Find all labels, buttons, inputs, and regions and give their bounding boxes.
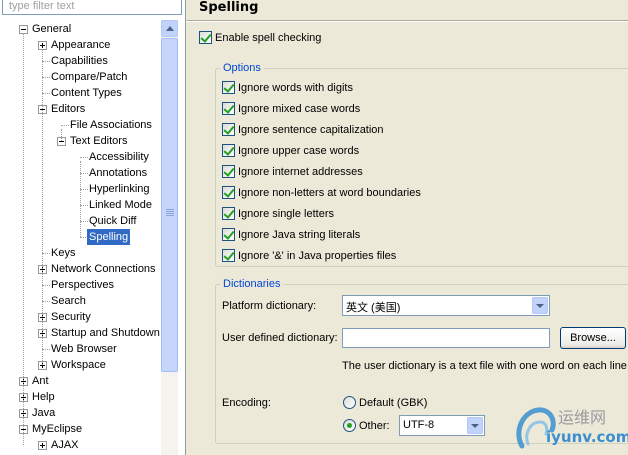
tree-item-label: Annotations [89,167,148,179]
chevron-down-icon[interactable] [532,297,548,314]
encoding-value: UTF-8 [403,419,435,431]
options-group-title: Options [220,62,264,75]
page-title: Spelling [199,0,259,15]
preference-page: Spelling Enable spell checking Options D… [187,0,628,455]
watermark-en-text: iyunv.com [546,428,628,446]
title-divider [187,20,628,22]
option-label: Ignore sentence capitalization [238,124,384,136]
tree-item-label: Network Connections [51,263,156,275]
option-checkbox[interactable] [222,144,235,157]
option-label: Ignore single letters [238,208,334,220]
tree-item-label: MyEclipse [32,423,83,435]
tree-item-label: Help [32,391,55,403]
chevron-down-icon[interactable] [467,417,483,434]
tree-item-label: AJAX [51,439,79,451]
tree-item-label: Perspectives [51,279,114,291]
option-label: Ignore words with digits [238,82,353,94]
option-checkbox[interactable] [222,102,235,115]
option-checkbox[interactable] [222,186,235,199]
scroll-grip-icon [166,209,174,217]
site-watermark: 运维网 iyunv.com [508,400,628,455]
encoding-label: Encoding: [222,397,271,409]
tree-scrollbar[interactable] [161,20,178,455]
tree-item-label: Text Editors [70,135,128,147]
tree-item-label: Hyperlinking [89,183,150,195]
tree-item-label: Keys [51,247,76,259]
option-checkbox[interactable] [222,228,235,241]
other-encoding-radio[interactable] [343,419,356,432]
user-dictionary-label: User defined dictionary: [222,332,338,344]
tree-item-label: General [32,23,72,35]
option-checkbox[interactable] [222,165,235,178]
tree-item-label: Content Types [51,87,122,99]
option-label: Ignore upper case words [238,145,360,157]
user-dictionary-input[interactable] [342,328,550,348]
expand-icon[interactable] [38,441,47,450]
tree-item-label: Editors [51,103,86,115]
default-encoding-radio[interactable] [343,396,356,409]
option-label: Ignore mixed case words [238,103,361,115]
enable-spell-checking-label: Enable spell checking [215,32,322,44]
platform-dictionary-value: 英文 (美国) [346,302,401,314]
platform-dictionary-select[interactable]: 英文 (美国) [342,295,550,316]
tree-guide-line [42,49,43,365]
option-checkbox[interactable] [222,123,235,136]
default-encoding-label: Default (GBK) [359,397,428,409]
browse-button[interactable]: Browse... [560,327,626,349]
tree-item-label: Compare/Patch [51,71,128,83]
watermark-cn-text: 运维网 [558,408,607,427]
tree-item-label: Workspace [51,359,106,371]
enable-spell-checking-checkbox[interactable] [199,31,212,44]
preferences-tree: General Appearance Capabilities Compare/Pat… [0,18,160,455]
dictionaries-group-title: Dictionaries [220,278,284,291]
option-label: Ignore internet addresses [238,166,363,178]
tree-guide-line [80,161,81,237]
other-encoding-label: Other: [359,420,390,432]
tree-item-label: Capabilities [51,55,108,67]
tree-item-label: Accessibility [89,151,149,163]
platform-dictionary-label: Platform dictionary: [222,300,317,312]
tree-item-label: Startup and Shutdown [51,327,160,339]
preferences-tree-panel: General Appearance Capabilities Compare/Pat… [0,0,186,455]
tree-item-label: Appearance [51,39,111,51]
tree-guide-line [23,33,24,445]
scroll-thumb[interactable] [161,38,178,372]
option-checkbox[interactable] [222,249,235,262]
tree-item-label: Web Browser [51,343,117,355]
tree-item-label: Spelling [87,229,131,245]
filter-input[interactable] [2,0,182,15]
option-label: Ignore non-letters at word boundaries [238,187,421,199]
tree-item-label: Java [32,407,56,419]
tree-item-label: Search [51,295,86,307]
user-dictionary-note: The user dictionary is a text file with … [342,360,627,372]
tree-item-label: Ant [32,375,49,387]
option-checkbox[interactable] [222,81,235,94]
tree-item-label: Security [51,311,91,323]
encoding-select[interactable]: UTF-8 [399,415,485,436]
tree-guide-line [61,129,62,141]
tree-item-label: Quick Diff [89,215,137,227]
tree-item-label: File Associations [70,119,152,131]
option-label: Ignore '&' in Java properties files [238,250,397,262]
scroll-up-button[interactable] [161,20,178,37]
tree-item-label: Linked Mode [89,199,152,211]
option-label: Ignore Java string literals [238,229,361,241]
option-checkbox[interactable] [222,207,235,220]
